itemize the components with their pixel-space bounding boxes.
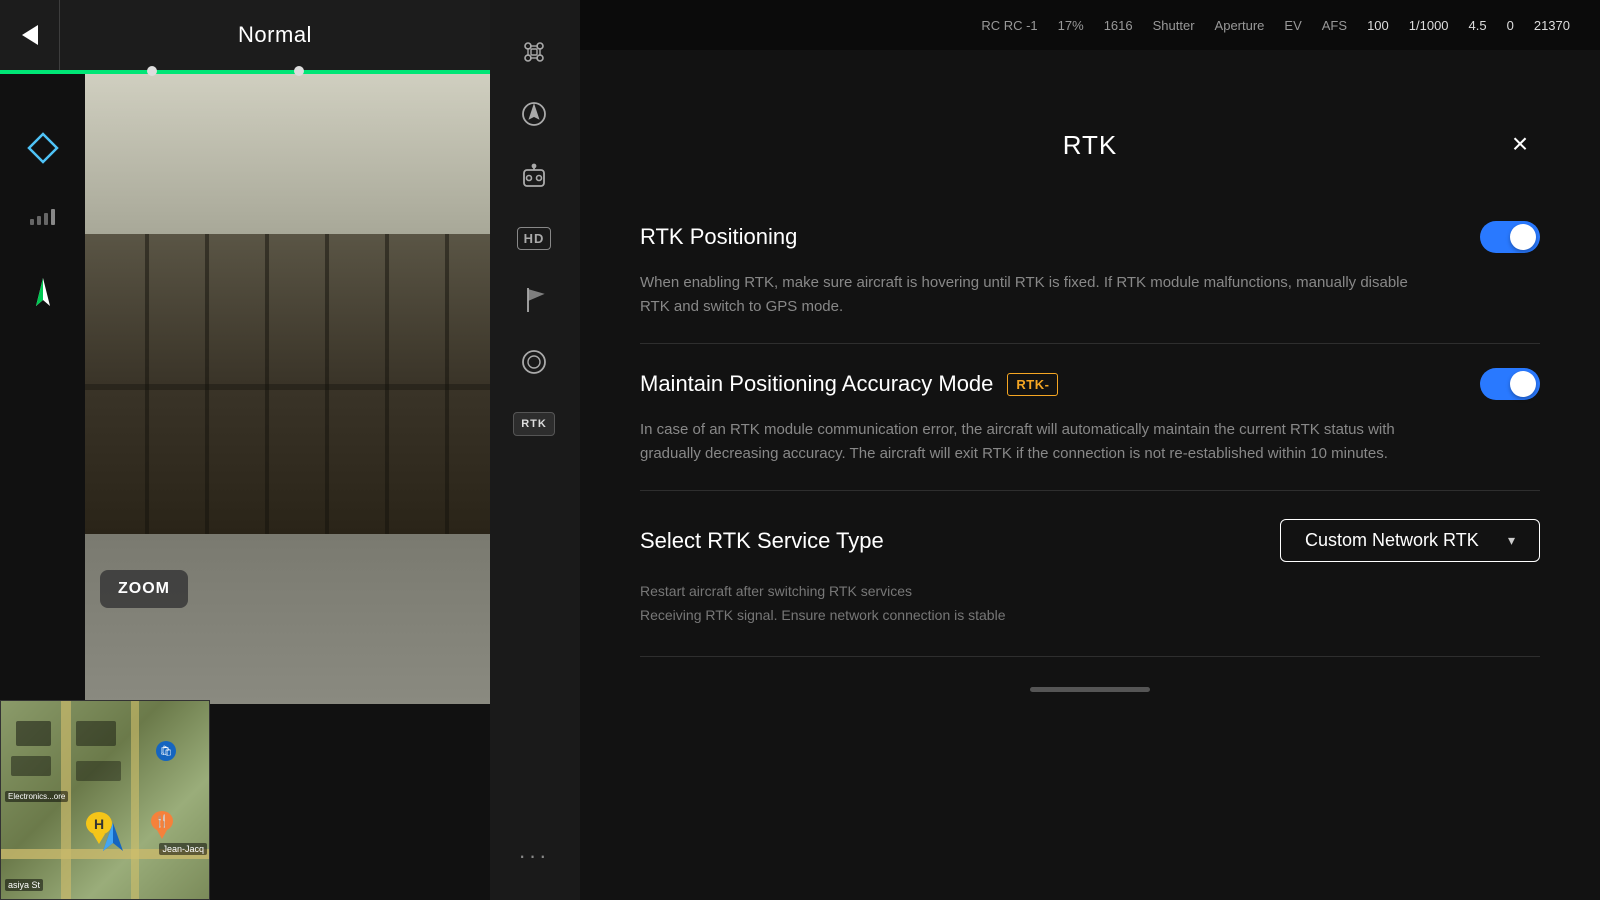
- service-type-dropdown[interactable]: Custom Network RTK ▾: [1280, 519, 1540, 562]
- toggle-thumb: [1510, 224, 1536, 250]
- dropdown-chevron-icon: ▾: [1508, 532, 1515, 549]
- battery-status: 17%: [1058, 18, 1084, 33]
- back-arrow-icon: [22, 25, 38, 45]
- iso-value: 100: [1367, 18, 1389, 33]
- storage-value: 21370: [1534, 18, 1570, 33]
- camera-feed-ground: [85, 534, 490, 704]
- storage-label: AFS: [1322, 18, 1347, 33]
- progress-fill: [0, 70, 490, 74]
- shutter-value: 1/1000: [1409, 18, 1449, 33]
- waypoint-icon-btn[interactable]: [510, 276, 558, 324]
- maintain-positioning-description: In case of an RTK module communication e…: [640, 418, 1420, 466]
- camera-feed-sky: [85, 74, 490, 234]
- rtk-positioning-description: When enabling RTK, make sure aircraft is…: [640, 271, 1420, 319]
- target-icon-btn[interactable]: [15, 120, 71, 176]
- nav-arrow-btn[interactable]: [15, 266, 71, 322]
- more-options-btn[interactable]: ···: [510, 832, 558, 880]
- right-sidebar: HD RTK ···: [500, 0, 568, 900]
- ev-value: 0: [1507, 18, 1514, 33]
- service-note-1: Restart aircraft after switching RTK ser…: [640, 580, 1540, 604]
- service-note-2: Receiving RTK signal. Ensure network con…: [640, 604, 1540, 628]
- scroll-bar: [1030, 687, 1150, 692]
- map-street-label-2: Jean-Jacq: [159, 843, 207, 855]
- maintain-positioning-section: Maintain Positioning Accuracy Mode RTK- …: [640, 344, 1540, 491]
- maintain-positioning-row: Maintain Positioning Accuracy Mode RTK-: [640, 368, 1540, 400]
- resolution-status: 1616: [1104, 18, 1133, 33]
- dots-icon: ···: [519, 843, 550, 869]
- zoom-button[interactable]: ZOOM: [100, 570, 188, 608]
- navigation-icon-btn[interactable]: [510, 90, 558, 138]
- service-notes: Restart aircraft after switching RTK ser…: [640, 580, 1540, 628]
- rtk-positioning-row: RTK Positioning: [640, 221, 1540, 253]
- robot-icon-btn[interactable]: [510, 152, 558, 200]
- signal-icon-btn[interactable]: [15, 188, 71, 244]
- rtk-panel-title: RTK: [1063, 130, 1118, 161]
- maintain-positioning-toggle[interactable]: [1480, 368, 1540, 400]
- rtk-positioning-label: RTK Positioning: [640, 224, 797, 250]
- mode-label: Normal: [60, 22, 490, 48]
- scroll-indicator: [640, 687, 1540, 692]
- top-bar: Normal: [0, 0, 490, 70]
- progress-dot-left: [147, 66, 157, 76]
- maintain-positioning-label: Maintain Positioning Accuracy Mode: [640, 371, 993, 397]
- close-button[interactable]: ×: [1500, 124, 1540, 164]
- back-button[interactable]: [0, 0, 60, 70]
- progress-dot-right: [294, 66, 304, 76]
- rtk-minus-badge: RTK-: [1007, 373, 1058, 396]
- maintain-label-group: Maintain Positioning Accuracy Mode RTK-: [640, 371, 1058, 397]
- rtk-icon-btn[interactable]: RTK: [510, 400, 558, 448]
- left-sidebar: ZOOM: [0, 100, 85, 900]
- left-panel: Normal: [0, 0, 490, 900]
- service-type-label: Select RTK Service Type: [640, 528, 884, 554]
- aperture-value: 4.5: [1469, 18, 1487, 33]
- status-bar: RC RC -1 17% 1616 Shutter Aperture EV AF…: [580, 0, 1600, 50]
- maintain-toggle-track[interactable]: [1480, 368, 1540, 400]
- drone-icon-btn[interactable]: [510, 28, 558, 76]
- rc-signal: RC RC -1: [981, 18, 1037, 33]
- rtk-panel-content: RTK × RTK Positioning When enabling RTK,…: [580, 100, 1600, 900]
- service-type-value: Custom Network RTK: [1305, 530, 1479, 551]
- maintain-toggle-thumb: [1510, 371, 1536, 397]
- rtk-positioning-toggle[interactable]: [1480, 221, 1540, 253]
- ev-label: EV: [1284, 18, 1301, 33]
- toggle-track-on[interactable]: [1480, 221, 1540, 253]
- shutter-label: Shutter: [1153, 18, 1195, 33]
- service-type-row: Select RTK Service Type Custom Network R…: [640, 519, 1540, 562]
- hd-badge[interactable]: HD: [510, 214, 558, 262]
- service-type-section: Select RTK Service Type Custom Network R…: [640, 491, 1540, 657]
- aperture-label: Aperture: [1215, 18, 1265, 33]
- rtk-header: RTK ×: [640, 130, 1540, 161]
- rtk-positioning-section: RTK Positioning When enabling RTK, make …: [640, 197, 1540, 344]
- progress-bar: [0, 70, 490, 74]
- camera-feed-mid: [85, 234, 490, 534]
- camera-shutter-btn[interactable]: [510, 338, 558, 386]
- rtk-panel: RTK × RTK Positioning When enabling RTK,…: [580, 50, 1600, 900]
